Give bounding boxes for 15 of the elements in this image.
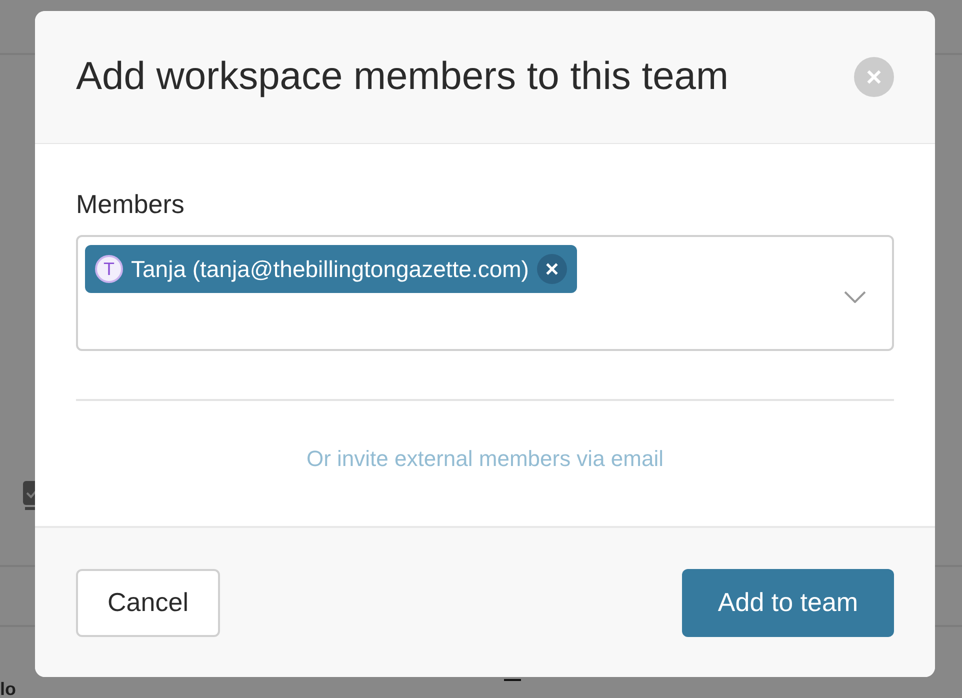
chip-label: Tanja (tanja@thebillingtongazette.com)	[131, 255, 529, 283]
chevron-down-icon[interactable]	[844, 291, 866, 303]
close-icon	[867, 70, 881, 84]
user-avatar: T	[95, 255, 123, 283]
dash-mark	[504, 679, 521, 681]
cancel-button[interactable]: Cancel	[76, 568, 220, 636]
add-to-team-button[interactable]: Add to team	[682, 568, 894, 636]
close-button[interactable]	[854, 57, 894, 97]
page-text: lo	[0, 680, 16, 698]
dialog-title: Add workspace members to this team	[76, 54, 728, 100]
members-field[interactable]: T Tanja (tanja@thebillingtongazette.com)	[76, 235, 894, 351]
close-icon	[546, 263, 558, 275]
remove-button[interactable]	[536, 254, 567, 284]
check-square-icon	[23, 481, 35, 511]
field-label: Members	[76, 189, 186, 219]
